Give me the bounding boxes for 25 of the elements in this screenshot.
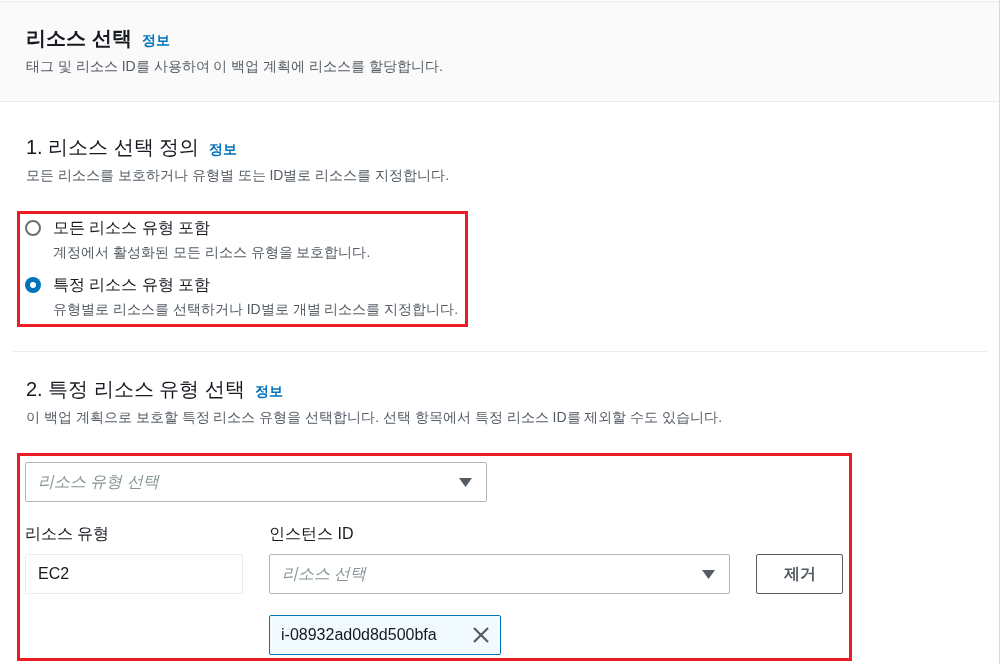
field-label: 인스턴스 ID: [269, 524, 354, 544]
info-link[interactable]: 정보: [254, 383, 283, 401]
resource-type-field[interactable]: EC2: [25, 554, 243, 594]
resource-type-select[interactable]: 리소스 유형 선택: [25, 462, 487, 502]
option-description: 계정에서 활성화된 모든 리소스 유형을 보호합니다.: [53, 243, 372, 262]
radio-button[interactable]: [25, 220, 41, 236]
option-label: 특정 리소스 유형 포함: [53, 275, 212, 295]
remove-button[interactable]: 제거: [756, 554, 843, 594]
page-title: 리소스 선택: [26, 26, 132, 51]
section-description: 이 백업 계획으로 보호할 특정 리소스 유형을 선택합니다. 선택 항목에서 특정 리소스 ID를 제외할 수도 있습니다.: [26, 408, 724, 427]
page-description: 태그 및 리소스 ID를 사용하여 이 백업 계획에 리소스를 할당합니다.: [26, 57, 444, 76]
field-label: 리소스 유형: [25, 524, 110, 544]
option-label: 모든 리소스 유형 포함: [53, 218, 212, 238]
token-label: i-08932ad0d8d500bfa: [281, 626, 437, 644]
section-description: 모든 리소스를 보호하거나 유형별 또는 ID별로 리소스를 지정합니다.: [26, 166, 451, 185]
info-link[interactable]: 정보: [141, 32, 170, 50]
resource-select[interactable]: 리소스 선택: [269, 554, 730, 594]
close-icon[interactable]: [473, 627, 489, 643]
option-description: 유형별로 리소스를 선택하거나 ID별로 개별 리소스를 지정합니다.: [53, 300, 459, 319]
radio-button[interactable]: [25, 277, 41, 293]
info-link[interactable]: 정보: [209, 141, 238, 159]
caret-down-icon: [459, 477, 472, 487]
section-heading: 2. 특정 리소스 유형 선택: [26, 377, 245, 402]
section-heading: 1. 리소스 선택 정의: [26, 135, 200, 160]
caret-down-icon: [702, 569, 715, 579]
